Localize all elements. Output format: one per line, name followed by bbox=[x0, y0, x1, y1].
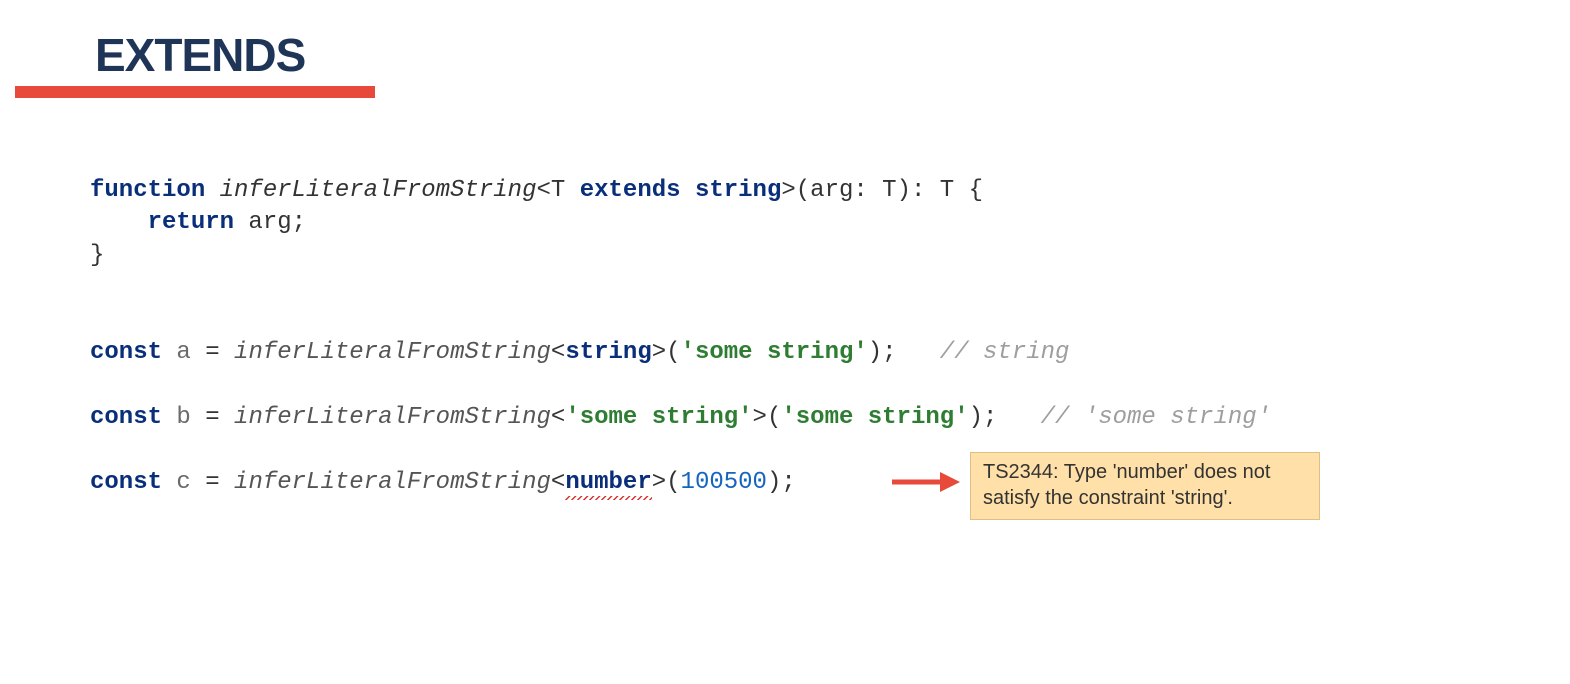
comment-a: // string bbox=[897, 339, 1070, 366]
close-brace: } bbox=[90, 242, 104, 269]
string-literal: 'some string' bbox=[781, 404, 968, 431]
generic-open: <T bbox=[536, 177, 579, 204]
type-arg-literal: 'some string' bbox=[565, 404, 752, 431]
var-c: c bbox=[162, 469, 205, 496]
number-literal: 100500 bbox=[681, 469, 767, 496]
error-text: TS2344: Type 'number' does not satisfy t… bbox=[983, 461, 1270, 509]
keyword-const: const bbox=[90, 404, 162, 431]
error-tooltip: TS2344: Type 'number' does not satisfy t… bbox=[970, 452, 1320, 520]
keyword-extends: extends bbox=[580, 177, 681, 204]
keyword-const: const bbox=[90, 339, 162, 366]
var-b: b bbox=[162, 404, 205, 431]
type-arg-string: string bbox=[565, 339, 651, 366]
var-a: a bbox=[162, 339, 205, 366]
slide-title: EXTENDS bbox=[15, 28, 375, 82]
call-fn: inferLiteralFromString bbox=[234, 404, 551, 431]
type-arg-number-error: number bbox=[565, 469, 651, 500]
slide-header: EXTENDS bbox=[15, 28, 375, 98]
signature-tail: >(arg: T): T { bbox=[781, 177, 983, 204]
call-fn: inferLiteralFromString bbox=[234, 339, 551, 366]
function-name: inferLiteralFromString bbox=[205, 177, 536, 204]
code-block: function inferLiteralFromString<T extend… bbox=[90, 175, 1271, 499]
comment-b: // 'some string' bbox=[997, 404, 1271, 431]
type-string: string bbox=[695, 177, 781, 204]
keyword-const: const bbox=[90, 469, 162, 496]
call-fn: inferLiteralFromString bbox=[234, 469, 551, 496]
arrow-right-icon bbox=[890, 470, 960, 494]
return-expr: arg; bbox=[234, 209, 306, 236]
string-literal: 'some string' bbox=[681, 339, 868, 366]
keyword-function: function bbox=[90, 177, 205, 204]
title-underline bbox=[15, 86, 375, 98]
keyword-return: return bbox=[148, 209, 234, 236]
